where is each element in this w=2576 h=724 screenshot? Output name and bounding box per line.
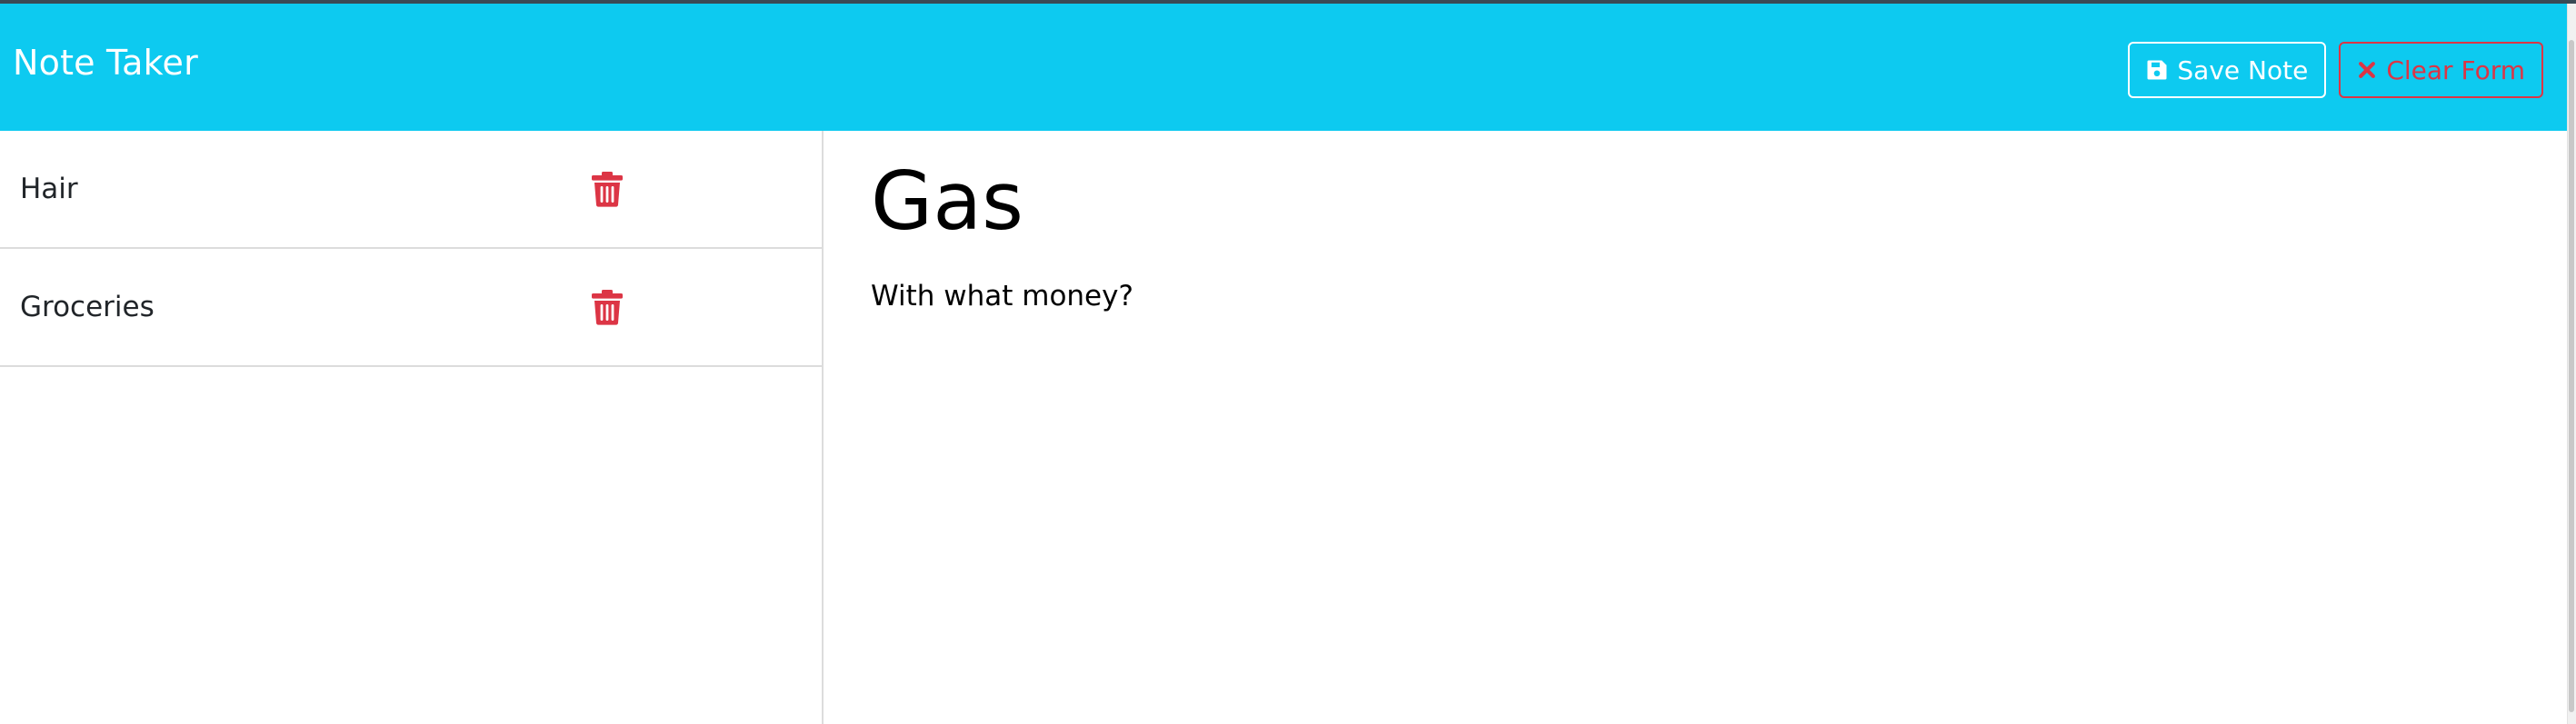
note-text-area[interactable]: With what money?	[871, 280, 1133, 312]
clear-form-label: Clear Form	[2386, 55, 2525, 85]
trash-icon[interactable]	[591, 171, 624, 211]
note-list-item-title[interactable]: Hair	[20, 173, 78, 205]
note-title-input[interactable]: Gas	[871, 157, 1023, 246]
note-list-item[interactable]: Hair	[0, 131, 822, 249]
navbar: Note Taker Save Note Clear Form	[0, 4, 2576, 131]
app-brand[interactable]: Note Taker	[13, 43, 198, 83]
x-icon	[2357, 60, 2377, 80]
save-note-button[interactable]: Save Note	[2128, 42, 2327, 98]
scrollbar-thumb[interactable]	[2569, 40, 2574, 712]
clear-form-button[interactable]: Clear Form	[2339, 42, 2543, 98]
notes-sidebar: Hair Groceries	[0, 131, 824, 724]
page-scrollbar[interactable]	[2567, 4, 2576, 724]
navbar-actions: Save Note Clear Form	[2128, 42, 2543, 98]
trash-icon[interactable]	[591, 289, 624, 329]
note-list-item[interactable]: Groceries	[0, 249, 822, 367]
save-note-label: Save Note	[2177, 55, 2309, 85]
note-list-item-title[interactable]: Groceries	[20, 291, 155, 323]
floppy-disk-icon	[2146, 59, 2168, 81]
note-editor: Gas With what money?	[824, 131, 2576, 724]
